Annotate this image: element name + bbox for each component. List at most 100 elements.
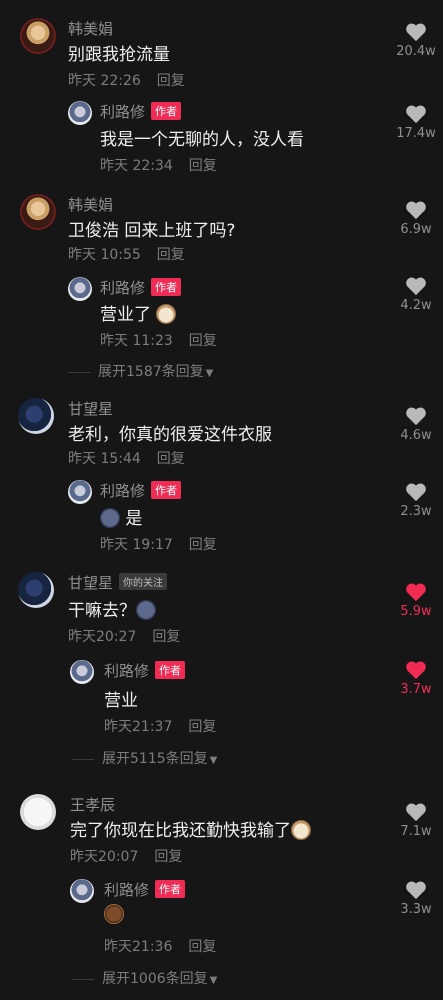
avatar[interactable] [70,879,94,903]
reply-button[interactable]: 回复 [157,451,185,467]
reply-meta: 昨天21:37 回复 [104,716,216,736]
like-button[interactable]: 3.3w [386,880,443,917]
like-count: 3.7w [400,682,432,697]
heart-icon [406,881,426,900]
author-badge: 作者 [151,102,182,120]
reply-button[interactable]: 回复 [157,247,185,263]
like-button[interactable]: 4.6w [386,406,443,443]
like-count: 7.1w [400,824,432,839]
caret-down-icon: ▼ [209,755,218,766]
replier-name: 利路修 作者 [100,480,182,501]
blob-emoji-icon [100,508,120,528]
commenter-name-text[interactable]: 甘望星 [68,574,113,592]
like-count: 17.4w [396,126,436,141]
expand-replies-label: 展开5115条回复 [102,751,208,767]
reply-text-content: 营业了 [100,305,151,325]
replier-name-text[interactable]: 利路修 [100,482,145,500]
reply-text[interactable]: 是 [100,504,142,529]
comment-meta: 昨天20:07 回复 [70,846,182,866]
commenter-name[interactable]: 韩美娟 [68,18,113,39]
like-count: 20.4w [396,44,436,59]
blob-emoji-icon [136,600,156,620]
comment-text[interactable]: 完了你现在比我还勤快我输了 [70,816,311,841]
reply-text[interactable]: 营业了 [100,300,177,325]
replier-name-text[interactable]: 利路修 [104,881,149,899]
avatar[interactable] [68,101,92,125]
comment-meta: 昨天20:27 回复 [68,626,180,646]
like-button[interactable]: 7.1w [386,802,443,839]
cat-emoji-icon [156,304,177,324]
like-count: 4.2w [400,298,432,313]
like-button[interactable]: 3.7w [386,660,443,697]
reply-time: 昨天21:36 [104,939,173,955]
reply-button[interactable]: 回复 [188,939,216,955]
avatar[interactable] [20,794,56,830]
reply-text-content: 是 [125,509,143,529]
heart-icon [406,483,426,502]
heart-icon [406,23,426,42]
comment-text[interactable]: 老利，你真的很爱这件衣服 [68,420,272,445]
like-button[interactable]: 5.9w [386,582,443,619]
reply-button[interactable]: 回复 [189,158,217,174]
commenter-name[interactable]: 韩美娟 [68,194,113,215]
replier-name-text[interactable]: 利路修 [100,279,145,297]
replier-name: 利路修 作者 [100,277,182,298]
avatar[interactable] [68,480,92,504]
commenter-name[interactable]: 王孝辰 [70,794,115,815]
heart-icon [406,803,426,822]
heart-filled-icon [406,661,426,680]
commenter-name[interactable]: 甘望星 [68,398,113,419]
comment-text[interactable]: 别跟我抢流量 [68,40,170,65]
like-button[interactable]: 20.4w [386,22,443,59]
heart-icon [406,407,426,426]
cat-emoji-icon [291,820,311,840]
expand-replies-button[interactable]: 展开1587条回复 ▼ [68,361,213,381]
reply-time: 昨天 22:34 [100,158,173,174]
like-count: 2.3w [400,504,432,519]
replier-name-text[interactable]: 利路修 [104,662,149,680]
reply-text[interactable] [104,904,124,925]
like-button[interactable]: 2.3w [386,482,443,519]
replier-name-text[interactable]: 利路修 [100,103,145,121]
comment-text[interactable]: 干嘛去？ [68,596,156,621]
expand-replies-button[interactable]: 展开1006条回复 ▼ [72,968,217,988]
reply-text[interactable]: 我是一个无聊的人，没人看 [100,125,304,150]
avatar[interactable] [18,398,54,434]
reply-button[interactable]: 回复 [152,629,180,645]
replier-name: 利路修 作者 [104,660,186,681]
avatar[interactable] [20,18,56,54]
reply-text[interactable]: 营业 [104,686,138,711]
reply-meta: 昨天21:36 回复 [104,936,216,956]
reply-button[interactable]: 回复 [189,537,217,553]
avatar[interactable] [18,572,54,608]
avatar[interactable] [20,194,56,230]
author-badge: 作者 [151,278,182,296]
comment-meta: 昨天 10:55 回复 [68,244,185,264]
heart-icon [406,105,426,124]
like-button[interactable]: 17.4w [386,104,443,141]
like-count: 6.9w [400,222,432,237]
expand-replies-button[interactable]: 展开5115条回复 ▼ [72,748,217,768]
heart-icon [406,201,426,220]
reply-time: 昨天 19:17 [100,537,173,553]
reply-meta: 昨天 11:23 回复 [100,330,217,350]
reply-button[interactable]: 回复 [154,849,182,865]
reply-button[interactable]: 回复 [157,73,185,89]
heart-icon [406,277,426,296]
reply-button[interactable]: 回复 [188,719,216,735]
reply-button[interactable]: 回复 [189,333,217,349]
heart-filled-icon [406,583,426,602]
replier-name: 利路修 作者 [104,879,186,900]
reply-meta: 昨天 19:17 回复 [100,534,217,554]
avatar[interactable] [68,277,92,301]
like-button[interactable]: 4.2w [386,276,443,313]
divider [72,758,94,760]
like-button[interactable]: 6.9w [386,200,443,237]
caret-down-icon: ▼ [209,975,218,986]
reply-time: 昨天 11:23 [100,333,173,349]
replier-name: 利路修 作者 [100,101,182,122]
avatar[interactable] [70,660,94,684]
comment-meta: 昨天 15:44 回复 [68,448,185,468]
comment-text-content: 完了你现在比我还勤快我输了 [70,821,291,841]
comment-text[interactable]: 卫俊浩 回来上班了吗? [68,216,235,241]
